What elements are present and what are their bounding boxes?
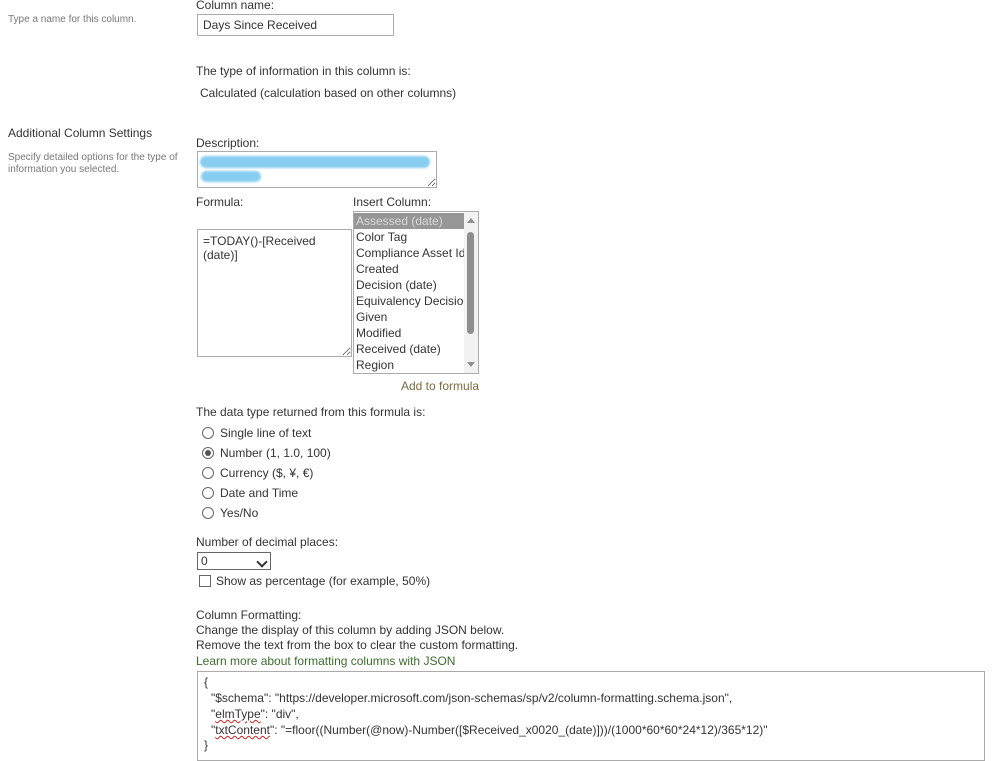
radio-button[interactable] bbox=[202, 467, 214, 479]
formatting-learn-more-link[interactable]: Learn more about formatting columns with… bbox=[196, 654, 455, 668]
redaction-blur bbox=[201, 171, 261, 182]
json-line: "$schema": "https://developer.microsoft.… bbox=[211, 691, 733, 705]
decimal-places-label: Number of decimal places: bbox=[196, 535, 339, 549]
return-type-option[interactable]: Currency ($, ¥, €) bbox=[202, 463, 331, 483]
formula-textarea[interactable]: =TODAY()-[Received (date)] bbox=[197, 229, 352, 357]
decimal-places-select[interactable]: 0 bbox=[197, 552, 271, 570]
return-type-radio-group: Single line of text Number (1, 1.0, 100)… bbox=[202, 423, 331, 523]
listbox-scrollbar[interactable] bbox=[464, 212, 478, 373]
insert-column-option[interactable]: Assessed (date) bbox=[354, 213, 466, 229]
scroll-down-icon[interactable] bbox=[467, 362, 475, 367]
radio-button-selected[interactable] bbox=[202, 447, 214, 459]
formula-label: Formula: bbox=[196, 195, 244, 209]
additional-settings-title: Additional Column Settings bbox=[8, 126, 153, 140]
spellcheck-word: elmType bbox=[215, 707, 261, 721]
return-type-option[interactable]: Yes/No bbox=[202, 503, 331, 523]
insert-column-option[interactable]: Modified bbox=[354, 325, 466, 341]
insert-column-option[interactable]: Color Tag bbox=[354, 229, 466, 245]
column-formatting-help-2: Remove the text from the box to clear th… bbox=[196, 638, 519, 652]
spellcheck-word: txtContent bbox=[215, 723, 270, 737]
formula-text: =TODAY()-[Received (date)] bbox=[203, 234, 316, 262]
insert-column-option[interactable]: Given bbox=[354, 309, 466, 325]
insert-column-label: Insert Column: bbox=[353, 195, 432, 209]
column-name-input[interactable] bbox=[197, 14, 394, 36]
json-line: "txtContent": "=floor((Number(@now)-Numb… bbox=[211, 723, 768, 737]
show-percentage-checkbox[interactable] bbox=[199, 575, 211, 587]
return-type-option[interactable]: Single line of text bbox=[202, 423, 331, 443]
show-percentage-row[interactable]: Show as percentage (for example, 50%) bbox=[199, 574, 430, 588]
insert-column-listbox[interactable]: Assessed (date) Color Tag Compliance Ass… bbox=[353, 211, 479, 374]
radio-button[interactable] bbox=[202, 427, 214, 439]
insert-column-option[interactable]: Decision (date) bbox=[354, 277, 466, 293]
insert-column-option[interactable]: Region bbox=[354, 357, 466, 373]
show-percentage-label: Show as percentage (for example, 50%) bbox=[216, 574, 431, 588]
column-name-help: Type a name for this column. bbox=[8, 14, 137, 25]
add-to-formula-link[interactable]: Add to formula bbox=[401, 379, 479, 393]
json-formatting-editor[interactable]: { "$schema": "https://developer.microsof… bbox=[197, 671, 985, 761]
scrollbar-thumb[interactable] bbox=[467, 232, 474, 334]
insert-column-option[interactable]: Received (date) bbox=[354, 341, 466, 357]
return-type-label: The data type returned from this formula… bbox=[196, 405, 426, 419]
insert-column-option[interactable]: Equivalency Decision bbox=[354, 293, 470, 309]
redaction-blur bbox=[200, 156, 430, 168]
insert-column-option[interactable]: Created bbox=[354, 261, 466, 277]
radio-button[interactable] bbox=[202, 487, 214, 499]
column-formatting-help-1: Change the display of this column by add… bbox=[196, 623, 505, 637]
type-info-value: Calculated (calculation based on other c… bbox=[200, 86, 457, 100]
chevron-down-icon bbox=[256, 556, 268, 568]
json-line: } bbox=[204, 738, 209, 752]
insert-column-option[interactable]: Compliance Asset Id bbox=[354, 245, 466, 261]
column-formatting-title: Column Formatting: bbox=[196, 608, 302, 622]
radio-button[interactable] bbox=[202, 507, 214, 519]
description-textarea[interactable] bbox=[197, 151, 437, 188]
json-line: { bbox=[204, 675, 209, 689]
json-line: "elmType": "div", bbox=[211, 707, 299, 721]
return-type-option[interactable]: Number (1, 1.0, 100) bbox=[202, 443, 331, 463]
additional-settings-help: Specify detailed options for the type of… bbox=[8, 152, 178, 175]
description-label: Description: bbox=[196, 136, 260, 150]
scroll-up-icon[interactable] bbox=[467, 218, 475, 223]
column-name-label: Column name: bbox=[196, 0, 275, 12]
return-type-option[interactable]: Date and Time bbox=[202, 483, 331, 503]
type-info-label: The type of information in this column i… bbox=[196, 64, 411, 78]
